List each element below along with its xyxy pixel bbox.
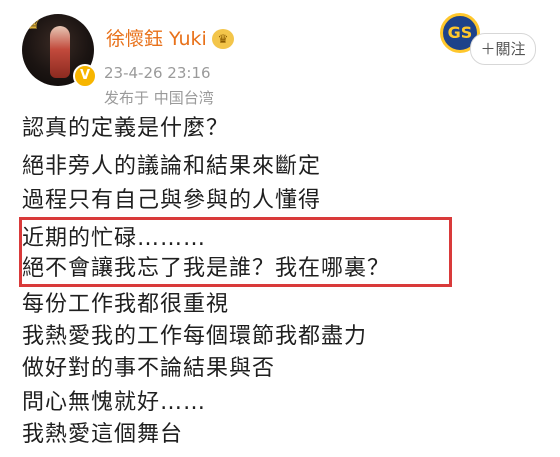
weibo-post-screenshot: ♛ V 徐懷鈺 Yuki ♛ 23-4-26 23:16 发布于 中国台湾 GS… bbox=[0, 0, 560, 457]
post-line-7: 我熱愛我的工作每個環節我都盡力 bbox=[22, 324, 368, 349]
post-line-2: 絕非旁人的議論和結果來斷定 bbox=[22, 154, 322, 179]
avatar-figure bbox=[50, 26, 70, 78]
post-line-9: 問心無愧就好…… bbox=[22, 390, 207, 415]
post-location: 发布于 中国台湾 bbox=[104, 89, 214, 107]
vip-crown-icon: ♛ bbox=[212, 29, 234, 49]
post-line-6: 每份工作我都很重視 bbox=[22, 292, 230, 317]
post-line-8: 做好對的事不論結果與否 bbox=[22, 356, 276, 381]
post-line-1: 認真的定義是什麼？ bbox=[22, 116, 230, 141]
post-line-3: 過程只有自己與參與的人懂得 bbox=[22, 188, 322, 213]
post-line-10: 我熱愛這個舞台 bbox=[22, 422, 184, 447]
verified-badge-icon: V bbox=[73, 64, 97, 88]
username[interactable]: 徐懷鈺 Yuki bbox=[106, 27, 207, 51]
avatar-crown-icon: ♛ bbox=[26, 14, 41, 33]
follow-button[interactable]: ＋關注 bbox=[470, 33, 536, 65]
highlight-box bbox=[19, 217, 452, 287]
post-timestamp: 23-4-26 23:16 bbox=[104, 64, 211, 82]
